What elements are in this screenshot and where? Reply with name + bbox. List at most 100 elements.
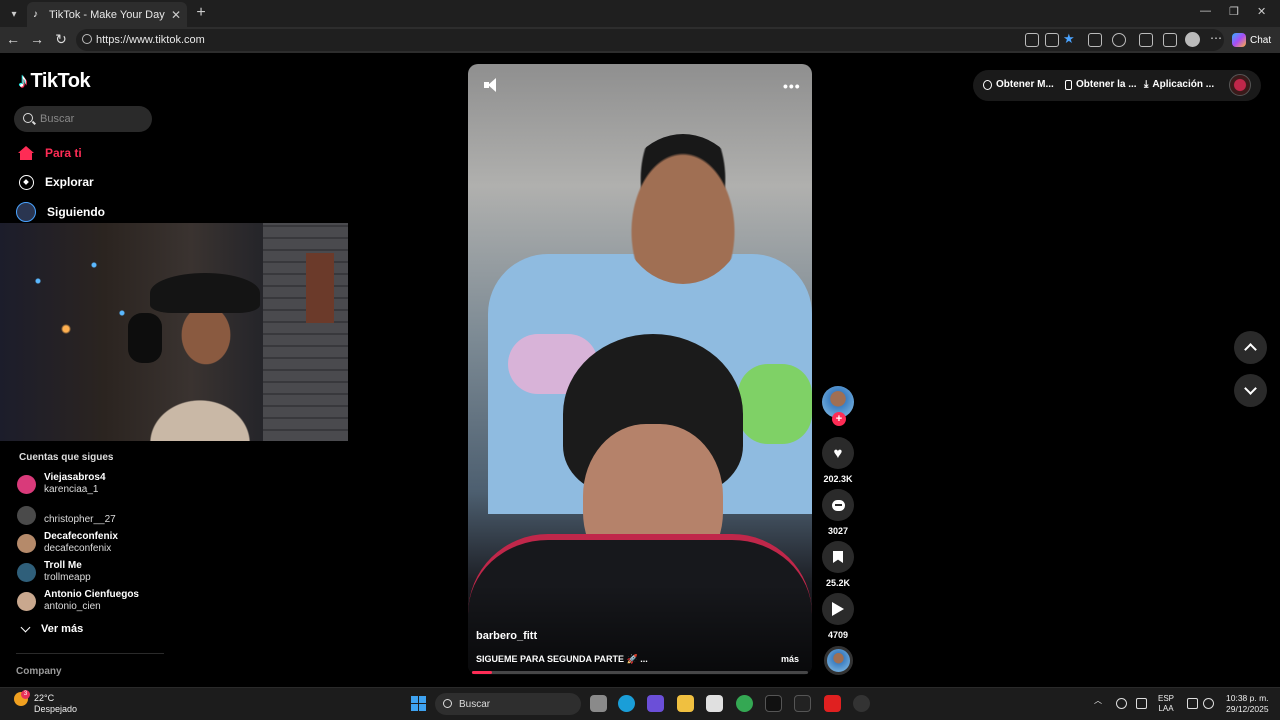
speaker-icon[interactable]: [1203, 698, 1214, 709]
settings-more-icon[interactable]: ⋯: [1210, 31, 1222, 45]
account-item[interactable]: Viejasabros4 karenciaa_1: [17, 472, 106, 496]
chat-label: Chat: [1250, 34, 1272, 46]
home-icon: [18, 145, 34, 161]
screen: ▾ ♪ TikTok - Make Your Day ✕ + — ❐ ✕ ← →…: [0, 0, 1280, 720]
back-icon[interactable]: ←: [4, 31, 22, 47]
next-video-button[interactable]: [1234, 374, 1267, 407]
account-item[interactable]: Decafeconfenix decafeconfenix: [17, 531, 118, 555]
volume-icon[interactable]: [484, 78, 500, 92]
account-handle: trollmeapp: [44, 572, 91, 583]
store-icon[interactable]: [706, 695, 723, 712]
music-disc[interactable]: [824, 646, 853, 675]
translate-icon[interactable]: [1045, 33, 1059, 47]
copilot-app-icon[interactable]: [647, 695, 664, 712]
minimize-icon[interactable]: —: [1200, 5, 1211, 17]
weather-widget[interactable]: 22°C Despejado: [34, 693, 77, 715]
favorites-icon[interactable]: [1163, 33, 1177, 47]
get-coins-button[interactable]: Obtener M...: [983, 79, 1054, 90]
tray-app-icon[interactable]: [1116, 698, 1127, 709]
tab-list-chevron-icon[interactable]: ▾: [4, 4, 24, 24]
avatar: [17, 474, 36, 494]
tm-app-icon[interactable]: [794, 695, 811, 712]
desktop-app-button[interactable]: ⤓ Aplicación ...: [1144, 79, 1214, 90]
language-code: ESP: [1158, 694, 1175, 703]
search-input[interactable]: Buscar: [14, 106, 152, 132]
favorite-star-icon[interactable]: ★: [1063, 31, 1075, 47]
see-more-button[interactable]: Ver más: [20, 622, 83, 635]
video-player[interactable]: [468, 64, 812, 675]
browser-tab[interactable]: ♪ TikTok - Make Your Day ✕: [27, 2, 187, 27]
video-caption: SIGUEME PARA SEGUNDA PARTE 🚀 ...: [476, 654, 648, 664]
account-handle: antonio_cien: [44, 601, 101, 612]
like-count: 202.3K: [823, 474, 853, 484]
video-author[interactable]: barbero_fitt: [476, 630, 537, 642]
video-progress-bar[interactable]: [472, 671, 808, 674]
tiktok-favicon-icon: ♪: [33, 8, 38, 20]
chrome-icon[interactable]: [736, 695, 753, 712]
speedtest-icon[interactable]: [853, 695, 870, 712]
edge-icon[interactable]: [618, 695, 635, 712]
temperature: 22°C: [34, 693, 55, 703]
wall-poster: [306, 253, 334, 323]
split-screen-icon[interactable]: [1139, 33, 1153, 47]
extensions-icon[interactable]: [1112, 33, 1126, 47]
close-tab-icon[interactable]: ✕: [171, 8, 181, 22]
more-options-icon[interactable]: •••: [783, 78, 801, 94]
phone-icon: [1065, 79, 1072, 90]
start-button[interactable]: [411, 696, 426, 711]
chevron-down-icon: [1244, 382, 1257, 395]
site-info-icon[interactable]: [82, 34, 92, 44]
app-available-icon[interactable]: [1025, 33, 1039, 47]
profile-icon[interactable]: [1185, 32, 1200, 47]
string-lights: [10, 233, 150, 393]
file-explorer-icon[interactable]: [677, 695, 694, 712]
nav-item-explorar[interactable]: Explorar: [18, 174, 94, 190]
avatar: [17, 562, 36, 582]
account-item[interactable]: Troll Me trollmeapp: [17, 560, 91, 584]
tiktok-logo[interactable]: ♪ TikTok: [18, 70, 91, 93]
share-button[interactable]: [822, 593, 854, 625]
taskbar-search-label: Buscar: [459, 698, 491, 710]
copilot-icon: [1232, 33, 1246, 47]
user-avatar[interactable]: [1229, 74, 1251, 96]
tray-chevron-up-icon[interactable]: ︿: [1094, 696, 1102, 706]
task-view-icon[interactable]: [590, 695, 607, 712]
taskbar-search[interactable]: Buscar: [435, 693, 581, 715]
reading-icon[interactable]: [1088, 33, 1102, 47]
search-icon: [443, 699, 452, 708]
nav-label: Siguiendo: [47, 205, 105, 219]
get-app-button[interactable]: Obtener la ...: [1065, 79, 1137, 90]
account-item[interactable]: Antonio Cienfuegos antonio_cien: [17, 589, 139, 613]
language-indicator[interactable]: ESP LAA: [1158, 694, 1174, 714]
nav-label: Explorar: [45, 175, 94, 189]
clock[interactable]: 10:38 p. m. 29/12/2025: [1226, 693, 1269, 715]
like-button[interactable]: ♥: [822, 437, 854, 469]
comment-button[interactable]: [822, 489, 854, 521]
previous-video-button[interactable]: [1234, 331, 1267, 364]
chevron-up-icon: [1244, 343, 1257, 356]
compass-icon: [18, 174, 34, 190]
weather-condition: Despejado: [34, 704, 78, 714]
wifi-icon[interactable]: [1187, 698, 1198, 709]
top-action-label: Aplicación ...: [1152, 79, 1215, 90]
coin-icon: [983, 79, 992, 90]
nav-item-siguiendo[interactable]: Siguiendo: [16, 202, 105, 222]
save-button[interactable]: [822, 541, 854, 573]
green-glove: [738, 364, 812, 444]
new-tab-icon[interactable]: +: [192, 4, 210, 22]
copilot-chat-button[interactable]: Chat: [1232, 31, 1271, 49]
restore-icon[interactable]: ❐: [1229, 5, 1239, 18]
nav-item-para-ti[interactable]: Para ti: [18, 145, 82, 161]
company-link[interactable]: Company: [16, 666, 62, 677]
close-window-icon[interactable]: ✕: [1257, 5, 1266, 18]
tiktok-app-icon[interactable]: [765, 695, 782, 712]
search-icon: [23, 113, 33, 123]
youtube-icon[interactable]: [824, 695, 841, 712]
account-name: Decafeconfenix: [44, 531, 118, 542]
caption-more-link[interactable]: más: [781, 654, 799, 664]
follow-plus-icon[interactable]: +: [832, 412, 846, 426]
tray-network-icon[interactable]: [1136, 698, 1147, 709]
forward-icon[interactable]: →: [28, 31, 46, 47]
account-item[interactable]: christopher__27: [17, 504, 116, 526]
refresh-icon[interactable]: ↻: [52, 31, 70, 48]
